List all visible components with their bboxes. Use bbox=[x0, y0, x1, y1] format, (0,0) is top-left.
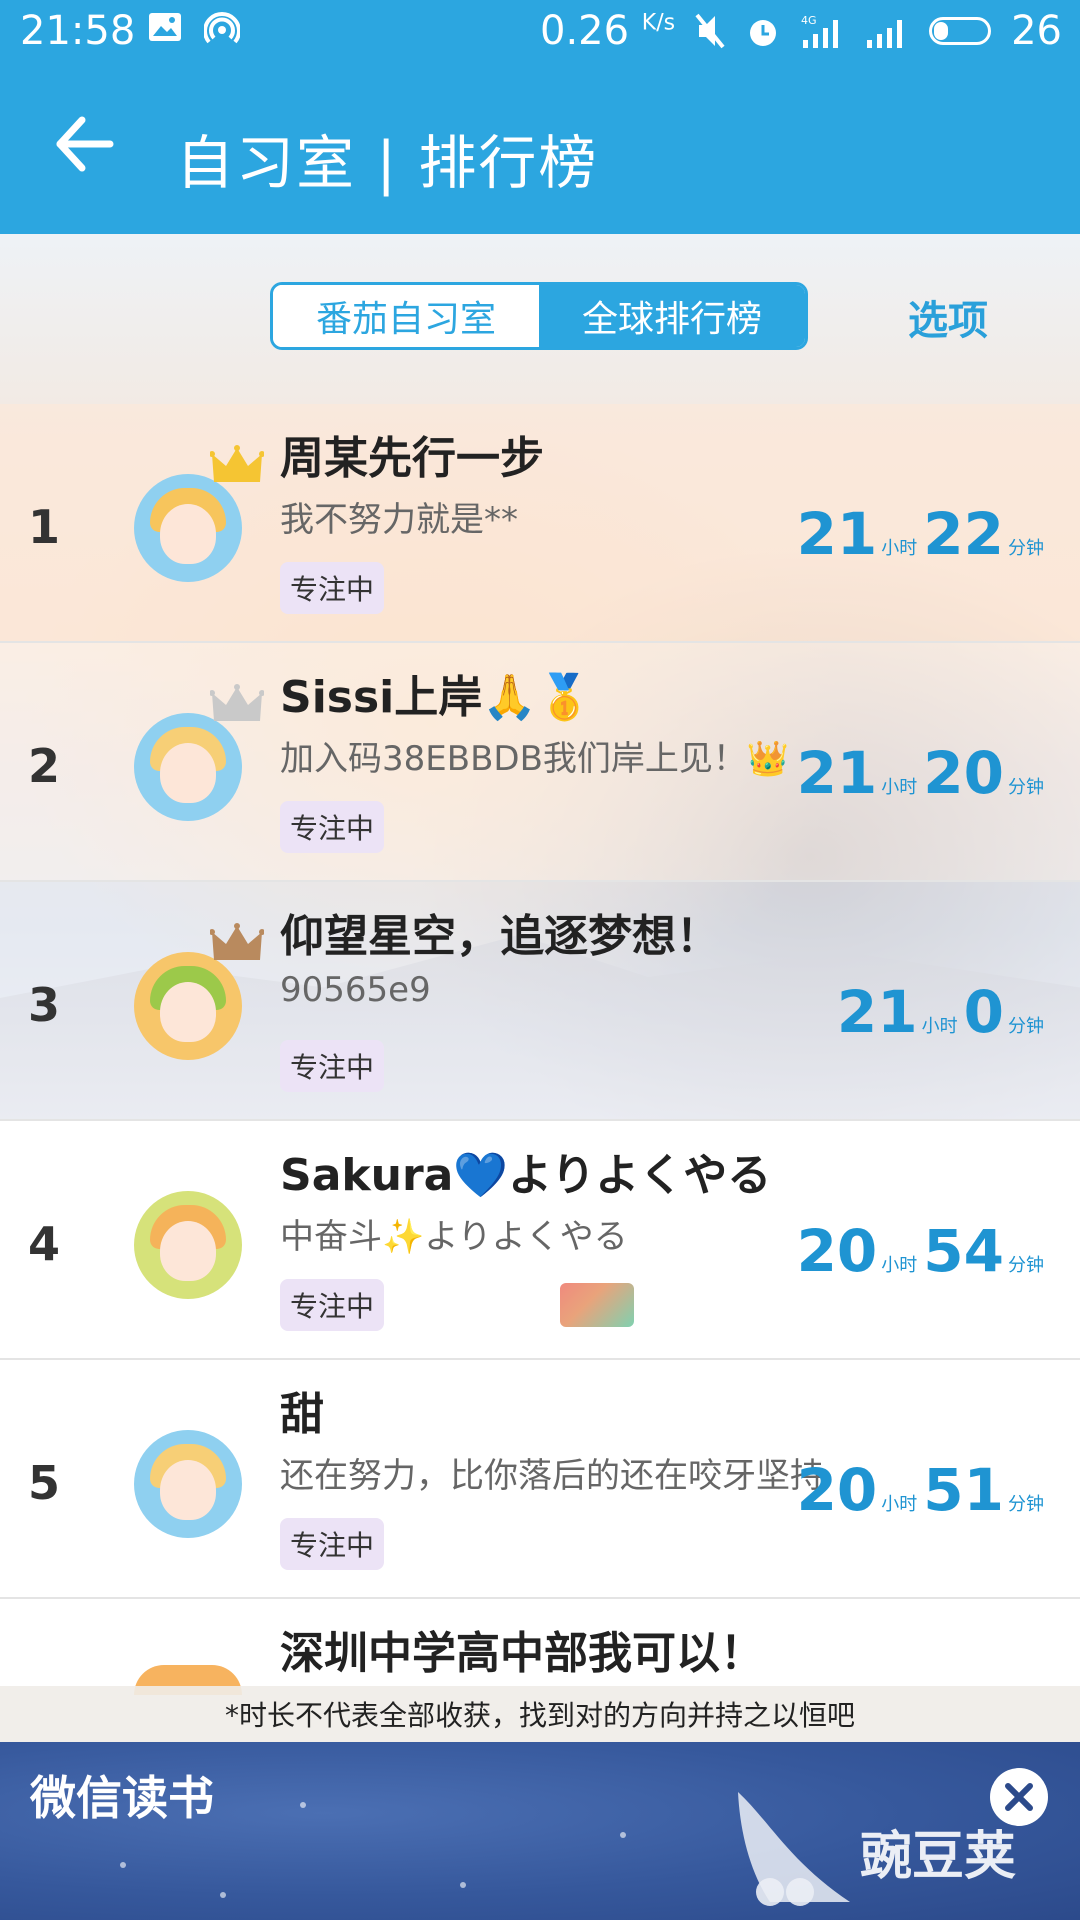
user-name: Sakura💙よりよくやる bbox=[280, 1150, 772, 1201]
battery-icon bbox=[929, 17, 992, 45]
alarm-icon bbox=[750, 20, 777, 46]
user-motto: 加入码38EBBDB我们岸上见！👑 bbox=[280, 739, 790, 779]
battery-level: 26 bbox=[1011, 8, 1062, 54]
card-icon bbox=[560, 1283, 634, 1327]
status-time: 21:58 bbox=[20, 8, 136, 54]
options-button[interactable]: 选项 bbox=[908, 288, 988, 346]
back-button[interactable] bbox=[52, 112, 132, 192]
study-duration: 20 小时 51 分钟 bbox=[796, 1456, 1044, 1524]
user-name: 仰望星空，追逐梦想！ bbox=[280, 911, 720, 962]
ranking-row[interactable]: 5 甜 还在努力，比你落后的还在咬牙坚持 专注中 20 小时 51 分钟 bbox=[0, 1360, 1080, 1599]
user-name: Sissi上岸🙏🥇 bbox=[280, 672, 592, 723]
rank-number: 4 bbox=[28, 1217, 61, 1271]
mute-icon bbox=[695, 13, 725, 49]
ranking-row[interactable]: 深圳中学高中部我可以！ bbox=[0, 1599, 1080, 1695]
signal-icon bbox=[867, 20, 903, 48]
study-duration: 21 小时 20 分钟 bbox=[796, 739, 1044, 807]
gold-crown-icon bbox=[210, 445, 264, 482]
user-name: 甜 bbox=[280, 1389, 324, 1440]
status-badge: 专注中 bbox=[280, 801, 385, 853]
ranking-row[interactable]: 1 周某先行一步 我不努力就是** 专注中 21 小时 22 分钟 bbox=[0, 404, 1080, 643]
user-motto: 我不努力就是** bbox=[280, 500, 518, 540]
ranking-row[interactable]: 4 Sakura💙よりよくやる 中奋斗✨よりよくやる 专注中 20 小时 54 分钟 bbox=[0, 1121, 1080, 1360]
avatar bbox=[134, 1430, 242, 1538]
rank-number: 2 bbox=[28, 739, 61, 793]
close-ad-button[interactable] bbox=[990, 1768, 1048, 1826]
rank-number: 3 bbox=[28, 978, 61, 1032]
ranking-row[interactable]: 3 仰望星空，追逐梦想！ 90565e9 专注中 21 小时 0 分钟 bbox=[0, 882, 1080, 1121]
study-duration: 21 小时 0 分钟 bbox=[836, 978, 1044, 1046]
svg-text:4G: 4G bbox=[801, 14, 817, 27]
status-right-icons: 0.26 K/s 4G 26 bbox=[540, 8, 1062, 54]
tab-tomato-study-room[interactable]: 番茄自习室 bbox=[273, 285, 539, 347]
back-arrow-icon bbox=[56, 116, 114, 172]
avatar bbox=[134, 713, 242, 821]
study-duration: 21 小时 22 分钟 bbox=[796, 500, 1044, 568]
hotspot-icon bbox=[204, 12, 240, 44]
study-duration: 20 小时 54 分钟 bbox=[796, 1217, 1044, 1285]
close-icon bbox=[1005, 1783, 1033, 1811]
status-bar: 21:58 0.26 K/s 4G 26 bbox=[0, 0, 1080, 66]
signal-4g-icon: 4G bbox=[801, 14, 839, 48]
ad-title: 微信读书 bbox=[30, 1771, 214, 1825]
ranking-row[interactable]: 2 Sissi上岸🙏🥇 加入码38EBBDB我们岸上见！👑 专注中 21 小时 20… bbox=[0, 643, 1080, 882]
ad-banner[interactable]: 微信读书 豌豆荚 bbox=[0, 1742, 1080, 1920]
app-bar: 自习室 | 排行榜 bbox=[0, 66, 1080, 234]
status-left-icons bbox=[148, 12, 240, 48]
status-badge: 专注中 bbox=[280, 562, 385, 614]
avatar bbox=[134, 474, 242, 582]
user-name: 周某先行一步 bbox=[280, 433, 544, 484]
status-badge: 专注中 bbox=[280, 1040, 385, 1092]
user-motto: 90565e9 bbox=[280, 970, 431, 1010]
bronze-crown-icon bbox=[210, 923, 264, 960]
avatar bbox=[134, 1191, 242, 1299]
status-badge: 专注中 bbox=[280, 1518, 385, 1570]
status-badge: 专注中 bbox=[280, 1279, 385, 1331]
avatar bbox=[134, 952, 242, 1060]
silver-crown-icon bbox=[210, 684, 264, 721]
segmented-control: 番茄自习室 全球排行榜 bbox=[270, 282, 808, 350]
ranking-list: 1 周某先行一步 我不努力就是** 专注中 21 小时 22 分钟 2 Sissi上岸… bbox=[0, 404, 1080, 1695]
footer-note: *时长不代表全部收获，找到对的方向并持之以恒吧 bbox=[0, 1686, 1080, 1742]
image-notification-icon bbox=[149, 13, 181, 41]
user-motto: 还在努力，比你落后的还在咬牙坚持 bbox=[280, 1456, 824, 1496]
page-title: 自习室 | 排行榜 bbox=[176, 129, 599, 197]
watermark-text: 豌豆荚 bbox=[860, 1827, 1017, 1887]
user-name: 深圳中学高中部我可以！ bbox=[280, 1628, 764, 1679]
user-motto: 中奋斗✨よりよくやる bbox=[280, 1217, 628, 1257]
network-speed: 0.26 K/s bbox=[540, 8, 676, 54]
rank-number: 1 bbox=[28, 500, 61, 554]
tab-global-ranking[interactable]: 全球排行榜 bbox=[539, 285, 805, 347]
tab-bar: 番茄自习室 全球排行榜 选项 bbox=[0, 234, 1080, 404]
rank-number: 5 bbox=[28, 1456, 61, 1510]
